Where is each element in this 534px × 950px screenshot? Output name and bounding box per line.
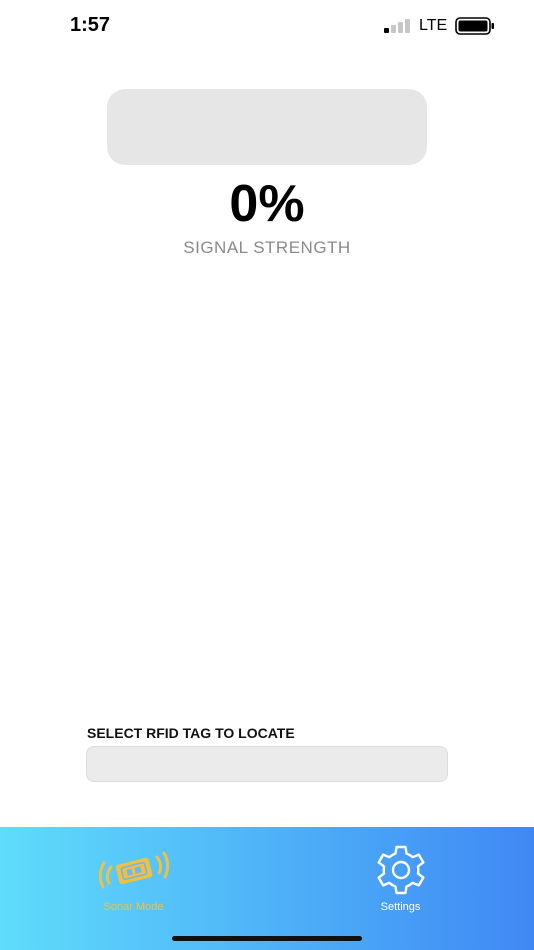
tab-settings-label: Settings [380,901,421,913]
signal-strength-meter [107,89,427,165]
rfid-tag-select-label: SELECT RFID TAG TO LOCATE [87,725,295,741]
rfid-tag-select[interactable] [86,746,448,782]
sonar-rfid-icon [98,851,169,889]
tab-sonar-mode-label: Sonar Mode [103,901,164,913]
cellular-signal-icon [384,19,410,33]
signal-strength-percent: 0% [229,175,305,233]
status-bar: 1:57 LTE [0,0,534,52]
gear-icon [377,845,424,895]
tab-bar: Sonar Mode Settings [0,827,534,950]
home-indicator [172,936,362,941]
tab-sonar-mode[interactable]: Sonar Mode [0,827,267,927]
tab-settings[interactable]: Settings [267,827,534,927]
battery-icon [455,17,494,35]
screen: 1:57 LTE 0% SIGNAL STRENGTH SELECT RFID … [0,0,534,950]
status-time: 1:57 [70,14,111,36]
signal-strength-label: SIGNAL STRENGTH [183,238,351,257]
network-type: LTE [419,17,448,34]
